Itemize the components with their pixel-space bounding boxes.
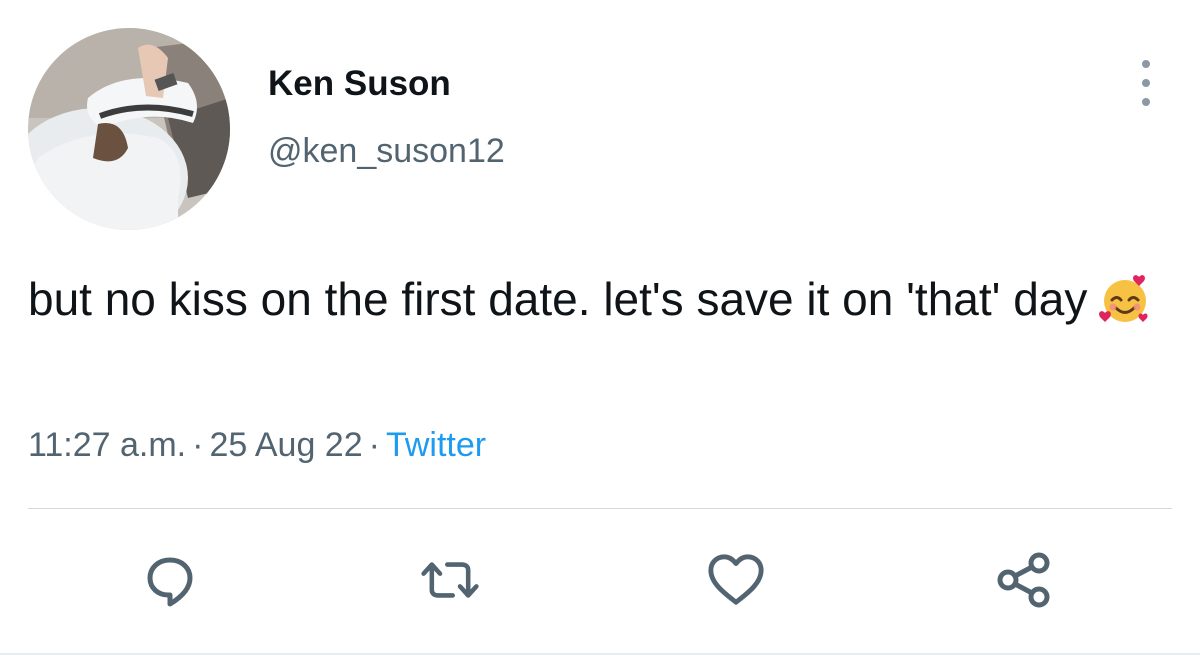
share-icon [997,552,1050,608]
tweet-text: but no kiss on the first date. let's sav… [28,266,1178,332]
user-handle[interactable]: @ken_suson12 [268,132,505,171]
avatar[interactable] [28,28,230,230]
bottom-divider [0,653,1200,655]
tweet-body: but no kiss on the first date. let's sav… [28,273,1088,325]
display-name[interactable]: Ken Suson [268,64,451,104]
reply-button[interactable] [140,550,200,610]
like-button[interactable] [706,550,766,610]
tweet-source-link[interactable]: Twitter [386,426,486,464]
meta-separator: · [368,426,380,464]
tweet-date[interactable]: 25 Aug 22 [209,426,362,464]
share-button[interactable] [994,550,1054,610]
meta-separator: · [192,426,204,464]
retweet-button[interactable] [420,550,480,610]
more-dot-icon [1142,79,1150,87]
heart-icon [708,554,764,605]
tweet-time[interactable]: 11:27 a.m. [28,426,186,464]
smiling-face-with-hearts-icon [1097,271,1153,327]
tweet-card: Ken Suson @ken_suson12 but no kiss on th… [0,0,1200,671]
avatar-photo [28,28,230,230]
more-dot-icon [1142,60,1150,68]
more-options-button[interactable] [1128,60,1164,106]
divider [28,508,1172,509]
reply-icon [147,557,193,607]
retweet-icon [421,562,479,598]
more-dot-icon [1142,98,1150,106]
tweet-meta: 11:27 a.m. · 25 Aug 22 · Twitter [28,426,486,465]
